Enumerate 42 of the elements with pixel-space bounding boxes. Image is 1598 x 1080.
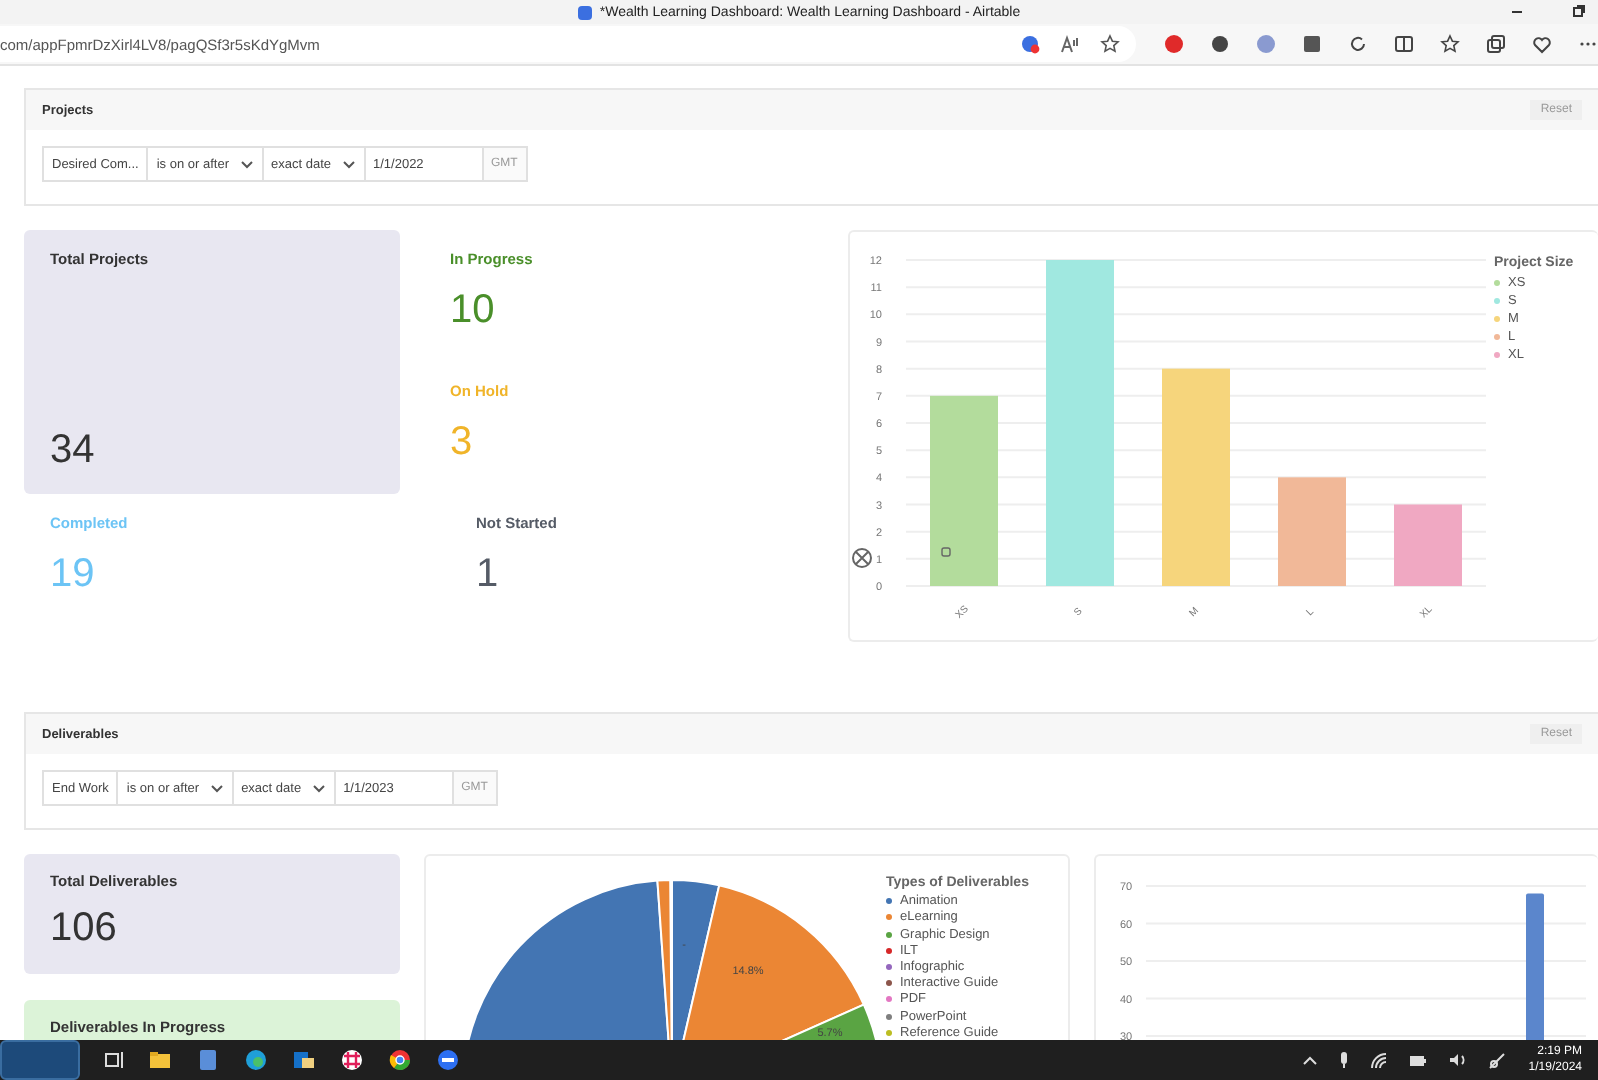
star-icon[interactable] [1100, 34, 1120, 54]
stat-value: 1 [476, 552, 501, 598]
mail-icon[interactable] [292, 1048, 316, 1072]
caret-icon [209, 783, 224, 793]
heart-icon[interactable] [1532, 34, 1552, 54]
stat-value: 34 [50, 428, 97, 474]
chart-bar [1394, 504, 1462, 586]
extension-icon[interactable] [1164, 34, 1184, 54]
square-icon [941, 547, 951, 557]
microphone-icon[interactable] [1338, 1050, 1351, 1070]
stat-value: 19 [50, 552, 97, 598]
refresh-icon[interactable] [1348, 34, 1368, 54]
speaker-icon[interactable] [1448, 1052, 1469, 1068]
split-screen-icon[interactable] [1394, 34, 1414, 54]
caret-icon [311, 783, 326, 793]
stat-value: 106 [50, 906, 119, 952]
restore-icon[interactable] [1572, 4, 1586, 18]
chat-icon[interactable] [340, 1048, 364, 1072]
read-aloud-icon[interactable] [1060, 34, 1080, 54]
stat-value: 10 [450, 288, 497, 334]
folder-icon[interactable] [148, 1050, 172, 1070]
network-icon[interactable] [1370, 1051, 1389, 1069]
caret-icon [239, 159, 253, 169]
task-view-icon[interactable] [104, 1050, 124, 1070]
stat-value: 3 [450, 420, 475, 466]
start-button[interactable] [0, 1040, 80, 1080]
extension-icon[interactable] [1210, 34, 1230, 54]
extension-icon[interactable] [1020, 34, 1040, 54]
pen-icon[interactable] [1488, 1050, 1509, 1070]
collections-icon[interactable] [1486, 34, 1506, 54]
chevron-up-icon[interactable] [1302, 1054, 1319, 1066]
video-call-icon[interactable] [436, 1048, 460, 1072]
extension-icon[interactable] [1302, 34, 1322, 54]
chart-bar [1278, 477, 1346, 586]
battery-icon[interactable] [1408, 1053, 1429, 1067]
close-circle-icon[interactable] [852, 548, 872, 568]
app-icon[interactable] [196, 1048, 220, 1072]
favorites-icon[interactable] [1440, 34, 1460, 54]
tab-icon [577, 5, 592, 19]
browser-icon[interactable] [244, 1048, 268, 1072]
browser-icon[interactable] [388, 1048, 412, 1072]
caret-icon [341, 159, 355, 169]
